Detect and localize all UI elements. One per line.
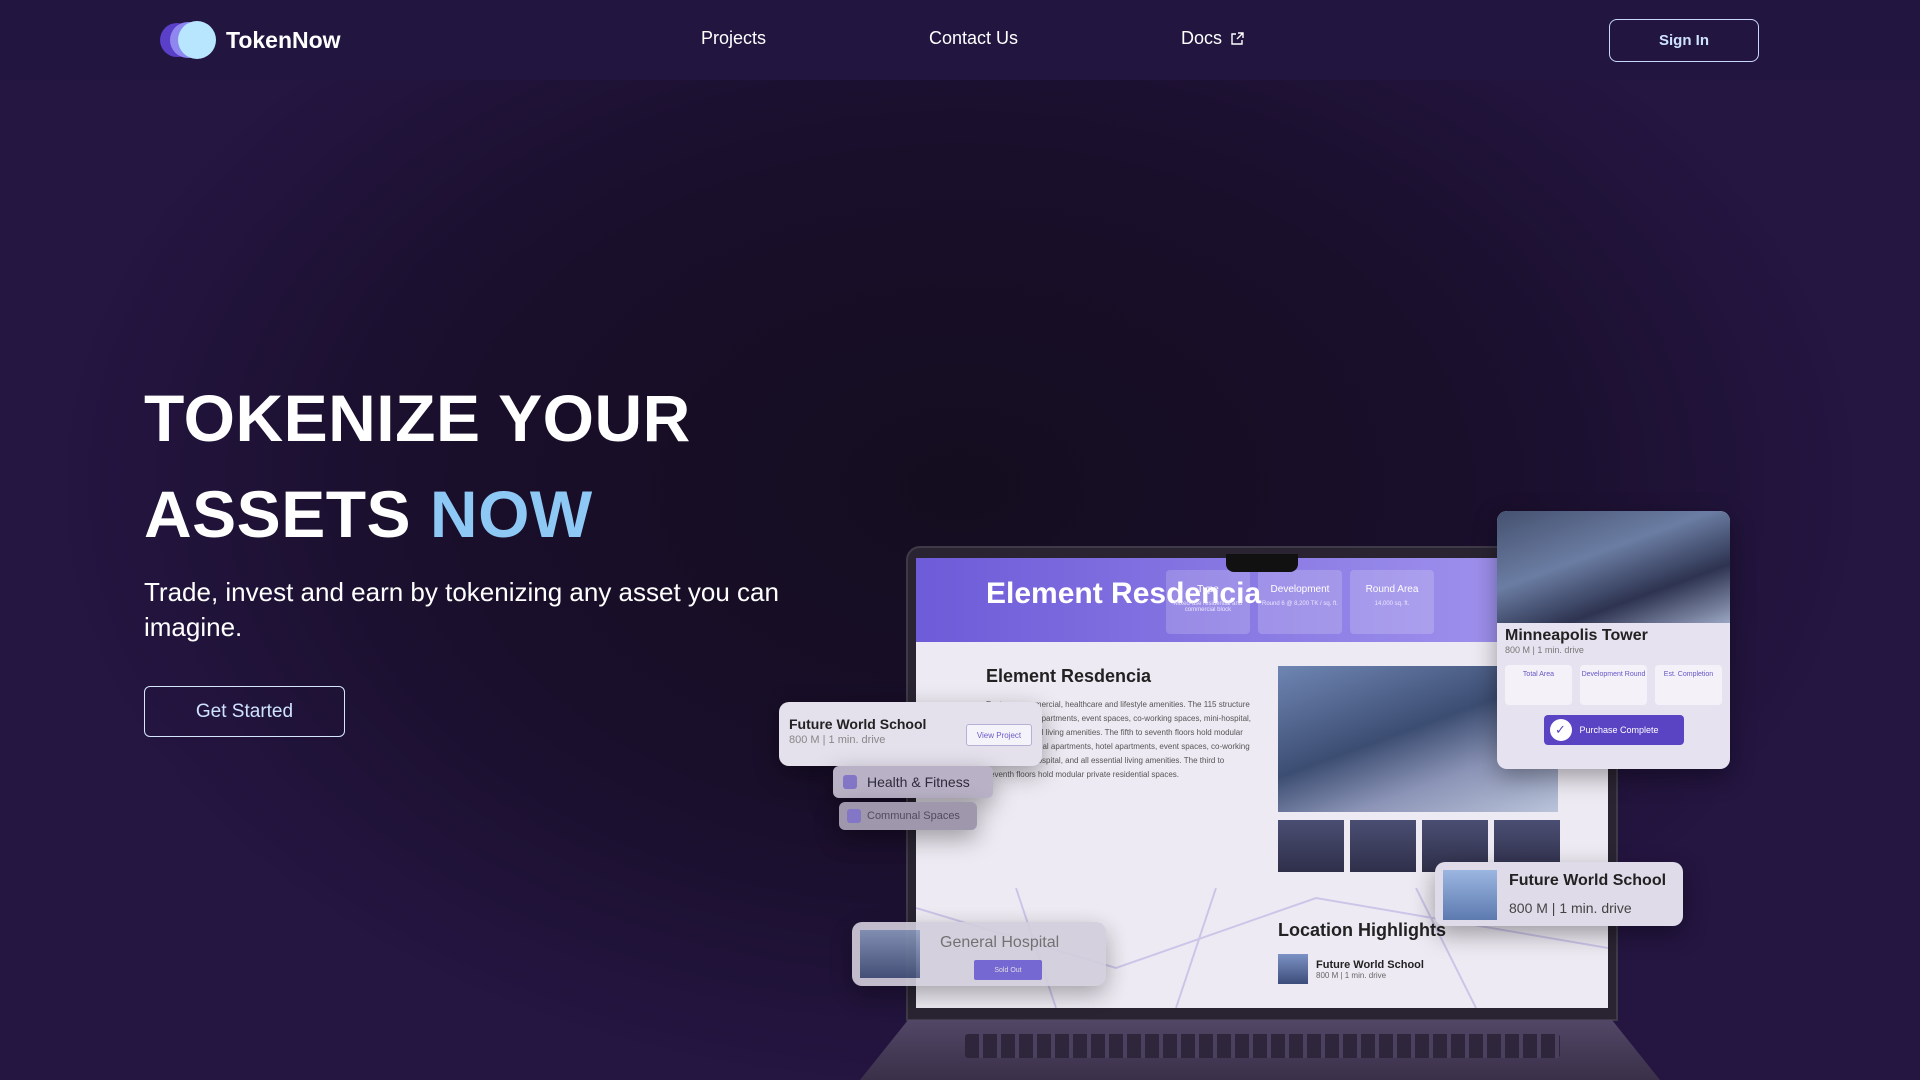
- communal-spaces-chip[interactable]: Communal Spaces: [839, 802, 977, 830]
- location-thumbnail: [1278, 954, 1308, 984]
- stat-development: Development Round 6 @ 8,200 TK / sq. ft.: [1258, 570, 1342, 634]
- check-icon: ✓: [1549, 719, 1572, 741]
- future-world-school-card[interactable]: Future World School 800 M | 1 min. drive…: [779, 702, 1042, 766]
- stat-est-completion: Est. Completion: [1655, 665, 1722, 705]
- stat-type-label: Type: [1197, 584, 1219, 595]
- stat-development-label: Development: [1270, 584, 1330, 595]
- general-hospital-card[interactable]: General Hospital Sold Out: [852, 922, 1106, 986]
- communal-icon: [847, 809, 861, 823]
- nav-docs[interactable]: Docs: [1181, 28, 1244, 49]
- location-highlights-title: Location Highlights: [1278, 920, 1446, 940]
- laptop-notch: [1226, 554, 1298, 572]
- laptop-keyboard: [965, 1034, 1560, 1058]
- external-link-icon: [1231, 31, 1244, 45]
- nav-projects[interactable]: Projects: [701, 28, 766, 49]
- thumbnail[interactable]: [1350, 820, 1416, 872]
- location-item-sub: 800 M | 1 min. drive: [1316, 970, 1387, 980]
- school-photo: [1443, 870, 1497, 920]
- sign-in-button[interactable]: Sign In: [1609, 19, 1759, 62]
- health-icon: [843, 775, 857, 789]
- hero-subtitle: Trade, invest and earn by tokenizing any…: [144, 577, 779, 642]
- stat-round-area: Round Area 14,000 sq. ft.: [1350, 570, 1434, 634]
- logo-text: TokenNow: [226, 26, 341, 53]
- minneapolis-tower-name: Minneapolis Tower: [1505, 627, 1648, 644]
- stat-type: Type Mixed-use residential and commercia…: [1166, 570, 1250, 634]
- minneapolis-tower-card[interactable]: Minneapolis Tower 800 M | 1 min. drive T…: [1497, 511, 1730, 769]
- health-fitness-chip[interactable]: Health & Fitness: [833, 766, 993, 798]
- school-large-name: Future World School: [1509, 872, 1667, 889]
- stat-total-area: Total Area: [1505, 665, 1572, 705]
- minneapolis-tower-stats: Total Area Development Round Est. Comple…: [1497, 655, 1730, 715]
- minneapolis-tower-sub: 800 M | 1 min. drive: [1505, 645, 1584, 655]
- hospital-photo: [860, 930, 920, 978]
- get-started-button[interactable]: Get Started: [144, 686, 345, 737]
- top-navbar: TokenNow Projects Contact Us Docs Sign I…: [0, 0, 1920, 80]
- hero-title: TOKENIZE YOUR ASSETS NOW: [144, 370, 691, 562]
- project-body-title: Element Resdencia: [986, 666, 1152, 686]
- communal-spaces-label: Communal Spaces: [867, 810, 960, 822]
- hero-title-assets: ASSETS: [144, 477, 412, 551]
- stat-development-round: Development Round: [1580, 665, 1647, 705]
- thumbnail[interactable]: [1278, 820, 1344, 872]
- school-large-sub: 800 M | 1 min. drive: [1509, 900, 1632, 916]
- stat-round-area-label: Round Area: [1365, 584, 1419, 595]
- future-world-school-large-card[interactable]: Future World School 800 M | 1 min. drive: [1435, 862, 1683, 926]
- purchase-complete-button[interactable]: ✓ Purchase Complete: [1543, 715, 1684, 745]
- minneapolis-tower-photo: [1497, 511, 1730, 623]
- view-project-button[interactable]: View Project: [966, 724, 1032, 746]
- location-item-name: Future World School: [1316, 958, 1424, 971]
- hero-title-line1: TOKENIZE YOUR: [144, 381, 691, 455]
- purchase-complete-label: Purchase Complete: [1579, 725, 1659, 735]
- stat-type-value: Mixed-use residential and commercial blo…: [1173, 601, 1243, 613]
- health-fitness-label: Health & Fitness: [867, 774, 970, 790]
- stat-development-value: Round 6 @ 8,200 TK / sq. ft.: [1261, 601, 1339, 607]
- location-item[interactable]: Future World School 800 M | 1 min. drive: [1278, 954, 1424, 984]
- hero-title-now: NOW: [429, 477, 593, 551]
- logo[interactable]: TokenNow: [160, 21, 341, 59]
- logo-icon: [160, 21, 216, 59]
- hospital-name: General Hospital: [940, 934, 1060, 951]
- sold-out-badge: Sold Out: [974, 960, 1042, 980]
- nav-docs-label: Docs: [1181, 28, 1223, 48]
- stat-round-area-value: 14,000 sq. ft.: [1374, 601, 1410, 607]
- nav-contact-us[interactable]: Contact Us: [929, 28, 1018, 49]
